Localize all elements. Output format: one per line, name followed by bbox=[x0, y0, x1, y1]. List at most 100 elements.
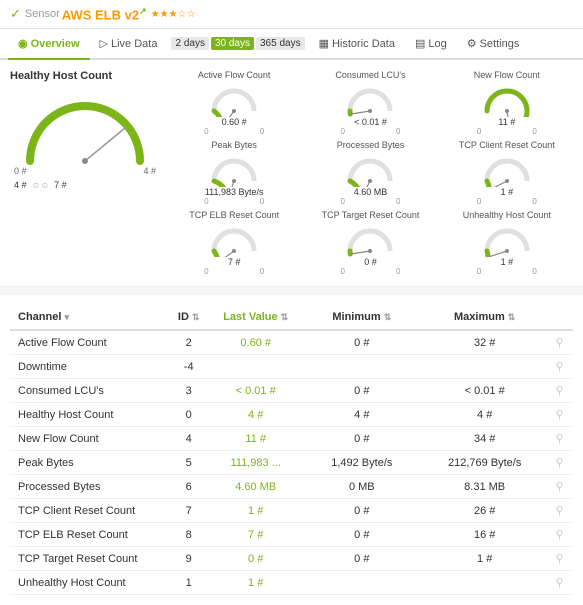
cell-max-6: 8.31 MB bbox=[423, 475, 546, 499]
cell-last-1 bbox=[211, 355, 300, 379]
cell-id-3: 0 bbox=[166, 403, 211, 427]
cell-min-4: 0 # bbox=[300, 427, 423, 451]
cell-id-2: 3 bbox=[166, 379, 211, 403]
cell-last-10: 1 # bbox=[211, 571, 300, 595]
cell-id-5: 5 bbox=[166, 451, 211, 475]
link-icon-4[interactable]: ⚲ bbox=[556, 433, 564, 445]
cell-max-4: 34 # bbox=[423, 427, 546, 451]
cell-link-10[interactable]: ⚲ bbox=[546, 571, 573, 595]
col-header-id[interactable]: ID ⇅ bbox=[166, 305, 211, 330]
link-icon-3[interactable]: ⚲ bbox=[556, 409, 564, 421]
small-gauge-1: Consumed LCU's < 0.01 # 00 bbox=[304, 70, 436, 136]
big-gauge-bottom: 0 # 4 # bbox=[10, 166, 160, 176]
big-gauge-container: Healthy Host Count 0 # 4 # 4 # ⊙ ⊙ 7 # bbox=[10, 70, 160, 276]
small-gauge-minmax-3: 00 bbox=[204, 197, 264, 206]
col-header-last[interactable]: Last Value ⇅ bbox=[211, 305, 300, 330]
cell-link-7[interactable]: ⚲ bbox=[546, 499, 573, 523]
table-row: Downtime -4 ⚲ bbox=[10, 355, 573, 379]
cell-min-8: 0 # bbox=[300, 523, 423, 547]
cell-link-5[interactable]: ⚲ bbox=[546, 451, 573, 475]
cell-link-3[interactable]: ⚲ bbox=[546, 403, 573, 427]
cell-max-5: 212,769 Byte/s bbox=[423, 451, 546, 475]
small-gauge-3: Peak Bytes 111,983 Byte/s 00 bbox=[168, 140, 300, 206]
cell-last-5: 111,983 ... bbox=[211, 451, 300, 475]
tab-2days[interactable]: 2 days bbox=[171, 37, 208, 50]
col-header-channel[interactable]: Channel ▾ bbox=[10, 305, 166, 330]
link-icon-10[interactable]: ⚲ bbox=[556, 577, 564, 589]
cell-id-4: 4 bbox=[166, 427, 211, 451]
small-gauge-svg-5 bbox=[477, 151, 537, 187]
table-row: Active Flow Count 2 0.60 # 0 # 32 # ⚲ bbox=[10, 330, 573, 355]
sort-max-icon: ⇅ bbox=[508, 312, 516, 322]
link-icon-2[interactable]: ⚲ bbox=[556, 385, 564, 397]
cell-link-4[interactable]: ⚲ bbox=[546, 427, 573, 451]
data-table: Channel ▾ ID ⇅ Last Value ⇅ Minimum ⇅ Ma… bbox=[10, 305, 573, 595]
small-gauge-label-5: TCP Client Reset Count bbox=[459, 140, 555, 150]
cell-max-7: 26 # bbox=[423, 499, 546, 523]
link-icon-1[interactable]: ⚲ bbox=[556, 361, 564, 373]
cell-max-1 bbox=[423, 355, 546, 379]
small-gauge-svg-6 bbox=[204, 221, 264, 257]
table-row: Processed Bytes 6 4.60 MB 0 MB 8.31 MB ⚲ bbox=[10, 475, 573, 499]
cell-channel-4: New Flow Count bbox=[10, 427, 166, 451]
tab-live-data[interactable]: ▷ Live Data bbox=[90, 29, 168, 60]
tab-settings-label: Settings bbox=[480, 38, 520, 50]
tab-365days[interactable]: 365 days bbox=[256, 37, 305, 50]
cell-channel-9: TCP Target Reset Count bbox=[10, 547, 166, 571]
small-gauge-label-6: TCP ELB Reset Count bbox=[189, 210, 279, 220]
cell-min-5: 1,492 Byte/s bbox=[300, 451, 423, 475]
cell-last-0: 0.60 # bbox=[211, 330, 300, 355]
tab-settings[interactable]: ⚙ Settings bbox=[457, 29, 530, 60]
cell-link-9[interactable]: ⚲ bbox=[546, 547, 573, 571]
sort-id-icon: ⇅ bbox=[192, 312, 200, 322]
big-gauge-ref: 7 # bbox=[54, 180, 67, 190]
days-group: 2 days 30 days 365 days bbox=[167, 31, 308, 56]
col-header-min[interactable]: Minimum ⇅ bbox=[300, 305, 423, 330]
cell-link-2[interactable]: ⚲ bbox=[546, 379, 573, 403]
table-row: TCP ELB Reset Count 8 7 # 0 # 16 # ⚲ bbox=[10, 523, 573, 547]
link-icon-7[interactable]: ⚲ bbox=[556, 505, 564, 517]
small-gauge-label-0: Active Flow Count bbox=[198, 70, 271, 80]
cell-min-6: 0 MB bbox=[300, 475, 423, 499]
tab-bar: ◉ Overview ▷ Live Data 2 days 30 days 36… bbox=[0, 29, 583, 60]
tab-log[interactable]: ▤ Log bbox=[405, 29, 457, 60]
table-row: TCP Target Reset Count 9 0 # 0 # 1 # ⚲ bbox=[10, 547, 573, 571]
cell-min-0: 0 # bbox=[300, 330, 423, 355]
link-icon-9[interactable]: ⚲ bbox=[556, 553, 564, 565]
cell-link-1[interactable]: ⚲ bbox=[546, 355, 573, 379]
cell-min-1 bbox=[300, 355, 423, 379]
cell-min-10 bbox=[300, 571, 423, 595]
cell-link-0[interactable]: ⚲ bbox=[546, 330, 573, 355]
cell-link-6[interactable]: ⚲ bbox=[546, 475, 573, 499]
col-header-max[interactable]: Maximum ⇅ bbox=[423, 305, 546, 330]
log-icon: ▤ bbox=[415, 37, 425, 50]
link-icon-5[interactable]: ⚲ bbox=[556, 457, 564, 469]
cell-link-8[interactable]: ⚲ bbox=[546, 523, 573, 547]
small-gauge-svg-2 bbox=[477, 81, 537, 117]
tab-livedata-label: Live Data bbox=[111, 38, 157, 50]
small-gauge-label-7: TCP Target Reset Count bbox=[322, 210, 420, 220]
cell-channel-0: Active Flow Count bbox=[10, 330, 166, 355]
cell-id-9: 9 bbox=[166, 547, 211, 571]
cell-min-3: 4 # bbox=[300, 403, 423, 427]
table-body: Active Flow Count 2 0.60 # 0 # 32 # ⚲ Do… bbox=[10, 330, 573, 595]
link-icon-6[interactable]: ⚲ bbox=[556, 481, 564, 493]
small-gauge-label-3: Peak Bytes bbox=[211, 140, 257, 150]
cell-id-8: 8 bbox=[166, 523, 211, 547]
table-header-row: Channel ▾ ID ⇅ Last Value ⇅ Minimum ⇅ Ma… bbox=[10, 305, 573, 330]
table-row: TCP Client Reset Count 7 1 # 0 # 26 # ⚲ bbox=[10, 499, 573, 523]
big-gauge-max: 4 # bbox=[143, 166, 156, 176]
small-gauge-value-6: 7 # bbox=[228, 257, 241, 267]
small-gauge-value-5: 1 # bbox=[501, 187, 514, 197]
tab-historic[interactable]: ▦ Historic Data bbox=[309, 29, 405, 60]
tab-overview[interactable]: ◉ Overview bbox=[8, 29, 90, 60]
tab-30days[interactable]: 30 days bbox=[211, 37, 254, 50]
small-gauge-value-4: 4.60 MB bbox=[354, 187, 388, 197]
link-icon-8[interactable]: ⚲ bbox=[556, 529, 564, 541]
link-icon-0[interactable]: ⚲ bbox=[556, 337, 564, 349]
small-gauge-2: New Flow Count 11 # 00 bbox=[441, 70, 573, 136]
cell-max-2: < 0.01 # bbox=[423, 379, 546, 403]
big-gauge-title: Healthy Host Count bbox=[10, 70, 160, 82]
small-gauge-minmax-4: 00 bbox=[340, 197, 400, 206]
small-gauge-minmax-1: 00 bbox=[340, 127, 400, 136]
